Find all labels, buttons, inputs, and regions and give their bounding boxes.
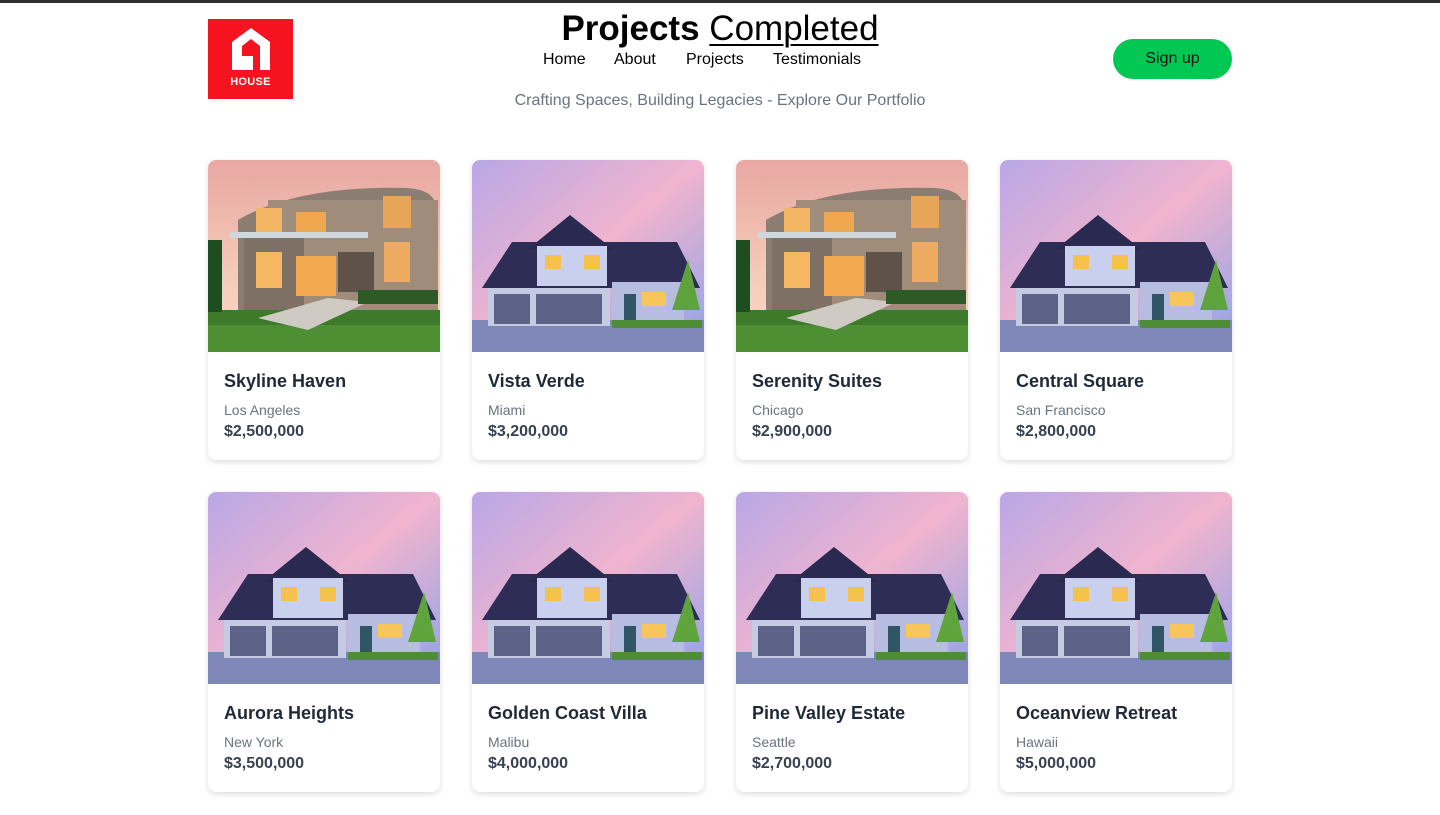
project-name: Pine Valley Estate [752,703,906,723]
page-title-bold: Projects [561,9,700,48]
project-name: Skyline Haven [224,371,347,391]
project-card[interactable]: Serenity Suites Chicago $2,900,000 [736,160,968,460]
project-card[interactable]: Central Square San Francisco $2,800,000 [1000,160,1232,460]
project-name: Central Square [1016,371,1145,391]
project-card[interactable]: Aurora Heights New York $3,500,000 [208,492,440,792]
project-name: Vista Verde [488,371,585,391]
page-title-underlined: Completed [709,9,879,48]
project-city: Chicago [752,402,804,418]
project-price: $2,700,000 [752,755,833,772]
project-price: $3,500,000 [224,755,305,772]
nav-testimonials[interactable]: Testimonials [773,49,861,71]
project-card[interactable]: Oceanview Retreat Hawaii $5,000,000 [1000,492,1232,792]
project-name: Golden Coast Villa [488,703,647,723]
nav-projects[interactable]: Projects [686,49,744,71]
project-name: Aurora Heights [224,703,355,723]
project-price: $2,800,000 [1016,423,1097,440]
sign-up-button[interactable]: Sign up [1113,39,1232,79]
project-price: $5,000,000 [1016,755,1097,772]
project-city: Seattle [752,734,796,750]
nav-about[interactable]: About [614,49,656,71]
project-city: San Francisco [1016,402,1106,418]
project-price: $4,000,000 [488,755,569,772]
modern-villa-photo [736,160,968,352]
project-card[interactable]: Vista Verde Miami $3,200,000 [472,160,704,460]
project-card[interactable]: Skyline Haven Los Angeles $2,500,000 [208,160,440,460]
project-price: $3,200,000 [488,423,569,440]
project-city: Miami [488,402,526,418]
modern-villa-photo [208,160,440,352]
project-city: Los Angeles [224,402,301,418]
project-name: Serenity Suites [752,371,883,391]
project-city: Malibu [488,734,530,750]
suburban-house-photo [472,160,704,352]
project-price: $2,900,000 [752,423,833,440]
nav-home[interactable]: Home [543,49,586,71]
project-city: Hawaii [1016,734,1059,750]
project-price: $2,500,000 [224,423,305,440]
page-subtitle: Crafting Spaces, Building Legacies - Exp… [514,92,926,109]
suburban-house-photo [208,492,440,684]
suburban-house-photo [1000,492,1232,684]
project-card[interactable]: Pine Valley Estate Seattle $2,700,000 [736,492,968,792]
project-city: New York [224,734,284,750]
top-border [0,0,1440,3]
suburban-house-photo [472,492,704,684]
project-name: Oceanview Retreat [1016,703,1178,723]
suburban-house-photo [736,492,968,684]
logo-text: HOUSE [230,76,271,88]
suburban-house-photo [1000,160,1232,352]
project-card[interactable]: Golden Coast Villa Malibu $4,000,000 [472,492,704,792]
